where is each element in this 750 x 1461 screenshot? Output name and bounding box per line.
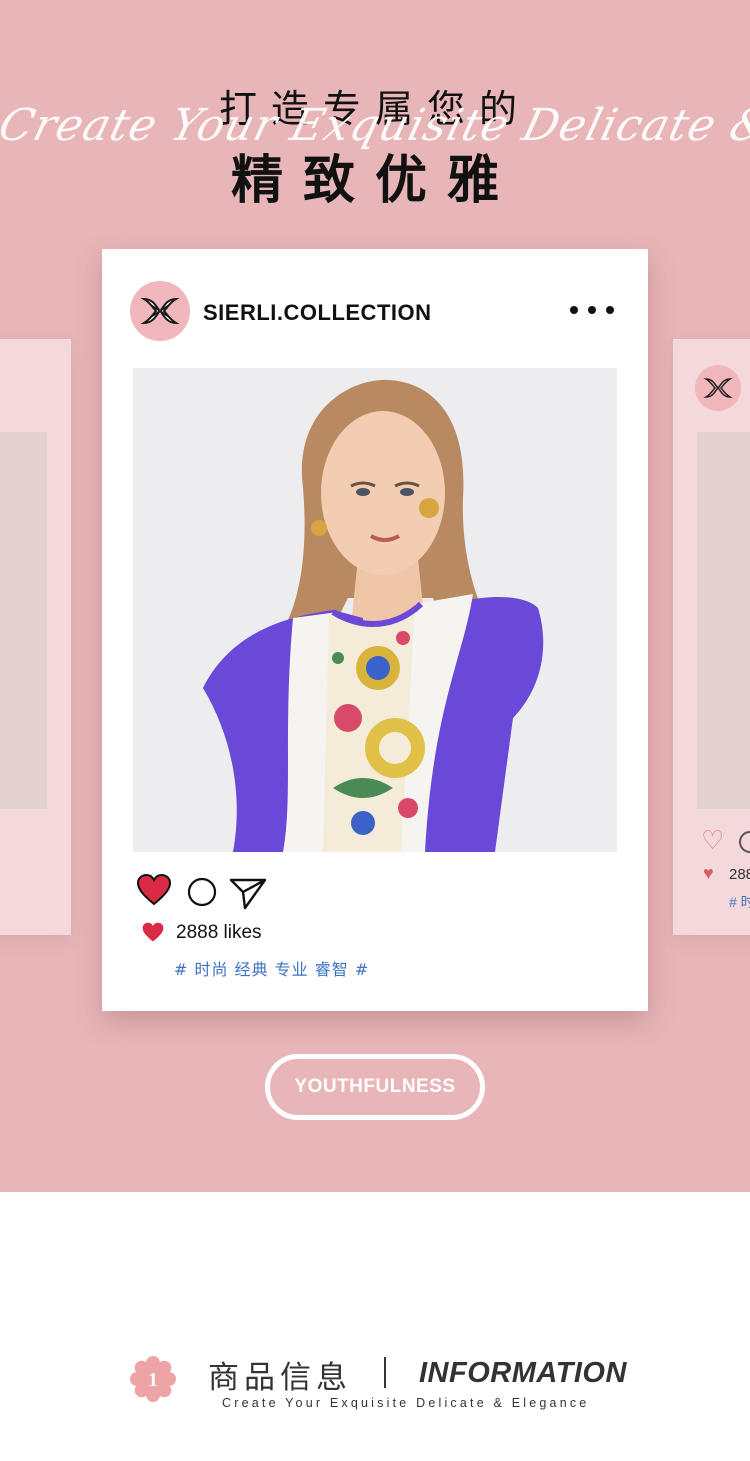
flower-number-icon: 1 [130,1356,176,1402]
ghost-comment-icon [739,831,750,853]
info-divider [384,1357,386,1388]
like-heart-icon[interactable] [137,874,171,906]
comment-icon[interactable] [187,877,217,907]
info-title-en: INFORMATION [419,1357,627,1389]
share-send-icon[interactable] [229,876,267,910]
brand-avatar-logo-icon[interactable] [130,281,190,341]
hero-section: 打造专属您的 Create Your Exquisite Delicate & … [0,0,750,1192]
more-options-icon[interactable] [570,297,614,323]
ghost-heart-icon: ♡ [701,825,725,855]
ghost-card-right: ♡ ♥ 288 # 时 [673,339,750,935]
post-hashtags[interactable]: # 时尚 经典 专业 睿智 # [174,956,369,980]
ghost-avatar-logo-icon [695,365,741,411]
info-title-cn: 商品信息 [208,1360,352,1396]
post-photo [133,368,617,852]
ghost-card-right-photo [697,432,750,809]
likes-count: 2888 likes [176,922,262,943]
ghost-likes-heart-icon: ♥ [703,863,714,883]
section-number: 1 [148,1369,158,1391]
likes-heart-icon [142,922,164,942]
ghost-likes-text: 288 [729,866,750,883]
ghost-card-left [0,339,71,935]
ghost-card-left-photo [0,432,47,809]
post-card: SIERLI.COLLECTION 2888 likes # 时尚 经典 专业 … [102,249,648,1011]
youthfulness-badge: YOUTHFULNESS [265,1054,485,1120]
info-subtitle: Create Your Exquisite Delicate & Eleganc… [222,1396,590,1410]
post-username[interactable]: SIERLI.COLLECTION [203,300,432,326]
hero-title-line2: 精致优雅 [230,151,519,211]
ghost-tags-text: # 时 [729,894,750,910]
